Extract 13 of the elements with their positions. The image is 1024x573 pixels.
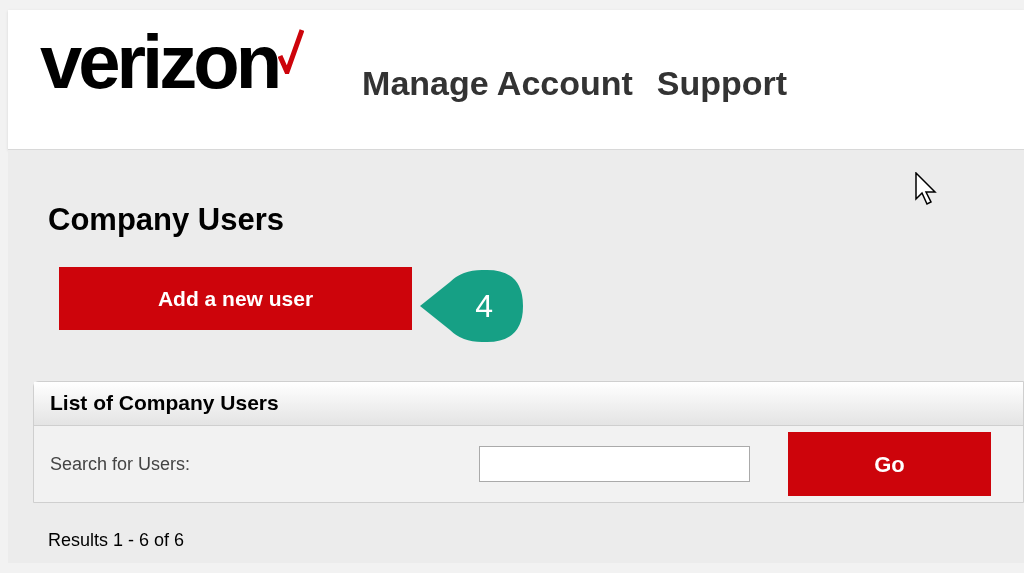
page-title: Company Users — [48, 201, 286, 239]
add-user-button[interactable]: Add a new user — [59, 267, 412, 330]
step-callout: 4 — [420, 268, 525, 344]
nav-link[interactable]: Manage Account — [362, 58, 633, 109]
nav-link[interactable]: Support — [656, 58, 788, 109]
go-button[interactable]: Go — [788, 432, 991, 496]
cursor-icon — [915, 172, 937, 206]
panel-title: List of Company Users — [34, 382, 1023, 426]
search-label: Search for Users: — [50, 452, 192, 476]
check-mark-icon — [278, 28, 305, 74]
search-field[interactable] — [479, 446, 750, 482]
results-count: Results 1 - 6 of 6 — [48, 529, 186, 552]
logo-text[interactable]: verizon — [40, 24, 279, 100]
